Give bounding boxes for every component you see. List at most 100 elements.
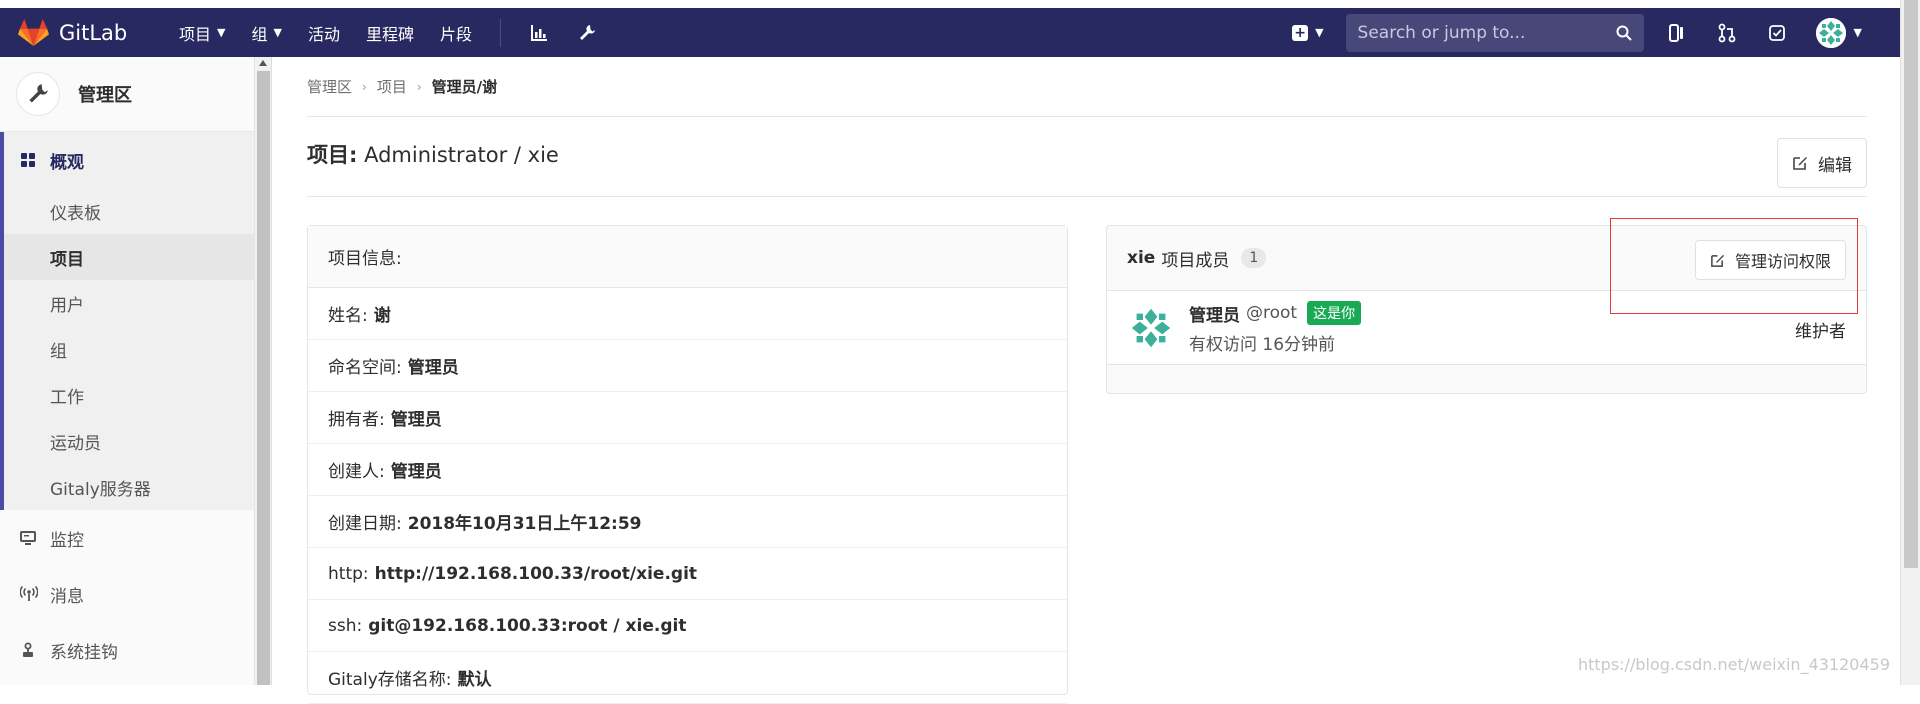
nav-activity[interactable]: 活动 [308,21,340,45]
sidebar-overview-group: 概观 仪表板 项目 用户 组 工作 运动员 Gitaly服务器 [0,132,254,510]
nav-milestones[interactable]: 里程碑 [366,21,414,45]
member-avatar[interactable] [1127,303,1175,352]
page-scrollbar[interactable] [1900,0,1920,685]
monitor-icon [20,530,38,546]
page-scrollbar-thumb[interactable] [1904,0,1918,568]
sidebar-sub-gitaly-servers[interactable]: Gitaly服务器 [4,464,254,510]
info-label: 创建人: [328,462,385,482]
info-label: 创建日期: [328,514,402,534]
todo-icon[interactable] [1766,22,1788,44]
search-icon [1616,25,1632,41]
admin-sidebar: 管理区 概观 仪表板 项目 用户 组 工作 运动员 Gitaly服务器 监控 消… [0,57,255,685]
issues-icon[interactable] [1666,22,1688,44]
sidebar-sub-label: 运动员 [50,433,101,454]
info-row-name: 姓名: 谢 [308,288,1067,340]
sidebar-item-overview[interactable]: 概观 [4,132,254,188]
sidebar-scrollbar[interactable] [255,57,272,685]
plus-icon: + [1292,24,1309,41]
sidebar-sub-projects[interactable]: 项目 [4,234,254,280]
sidebar-sub-runners[interactable]: 运动员 [4,418,254,464]
info-label: Gitaly存储名称: [328,670,452,690]
manage-access-button[interactable]: 管理访问权限 [1694,240,1846,280]
wrench-icon[interactable] [577,23,597,43]
breadcrumb: 管理区 › 项目 › 管理员/谢 [307,57,1867,117]
breadcrumb-current[interactable]: 管理员/谢 [432,76,497,97]
info-value: 谢 [373,306,391,326]
scroll-up-arrow-icon[interactable] [259,60,267,66]
info-row-gitaly-storage: Gitaly存储名称: 默认 [308,652,1067,704]
project-members-card: xie 项目成员 1 管理访问权限 管理员 @root 这是你 有权访问 16分… [1106,225,1867,394]
sidebar-sub-groups[interactable]: 组 [4,326,254,372]
sidebar-sub-label: 组 [50,341,67,362]
sidebar-sub-label: 用户 [50,295,84,316]
info-value: http://192.168.100.33/root/xie.git [374,563,698,584]
member-name[interactable]: 管理员 [1189,301,1240,326]
sidebar-sub-dashboard[interactable]: 仪表板 [4,188,254,234]
its-you-badge: 这是你 [1307,301,1362,325]
sidebar-item-label: 系统挂钩 [50,642,118,663]
chevron-down-icon[interactable]: ▼ [1854,26,1862,39]
edit-icon [1711,254,1725,267]
chevron-right-icon: › [362,79,367,94]
user-avatar[interactable] [1815,17,1846,48]
nav-groups-label: 组 [251,24,268,44]
project-info-card: 项目信息: 姓名: 谢 命名空间: 管理员 拥有者: 管理员 创建人: 管理员 创建日期… [307,225,1068,704]
edit-icon [1793,157,1807,170]
gitlab-brand[interactable]: GitLab [18,18,143,47]
sidebar-header[interactable]: 管理区 [0,57,254,132]
info-label: 命名空间: [328,358,402,378]
chart-icon[interactable] [529,23,549,43]
info-value[interactable]: 管理员 [408,353,459,378]
edit-button-label: 编辑 [1818,155,1852,176]
identicon-icon [1127,303,1175,352]
nav-projects[interactable]: 项目 ▼ [179,21,225,45]
member-role: 维护者 [1795,322,1846,342]
nav-projects-label: 项目 [179,24,212,44]
manage-access-label: 管理访问权限 [1734,252,1831,271]
sidebar-item-label: 监控 [50,530,84,551]
member-name-line: 管理员 @root 这是你 [1189,301,1362,326]
info-value[interactable]: 管理员 [391,457,442,482]
sidebar-item-system-hooks[interactable]: 系统挂钩 [0,622,254,678]
search-input[interactable] [1357,22,1598,43]
nav-snippets[interactable]: 片段 [440,21,472,45]
broadcast-icon [20,586,38,602]
new-dropdown-button[interactable]: + ▼ [1292,24,1324,41]
search-box[interactable] [1345,13,1644,52]
info-row-owner: 拥有者: 管理员 [308,392,1067,444]
info-row-created-date: 创建日期: 2018年10月31日上午12:59 [308,496,1067,548]
info-value: git@192.168.100.33:root / xie.git [368,615,687,636]
info-label: ssh: [328,615,363,636]
member-access-time: 有权访问 16分钟前 [1189,334,1336,355]
grid-icon [20,152,38,168]
hook-icon [20,642,38,658]
sidebar-item-monitoring[interactable]: 监控 [0,510,254,566]
wrench-icon [29,84,48,103]
info-label: 拥有者: [328,410,385,430]
chevron-down-icon: ▼ [273,26,282,39]
members-heading: xie 项目成员 1 管理访问权限 [1107,226,1866,290]
member-info: 管理员 @root 这是你 有权访问 16分钟前 [1189,301,1362,355]
nav-groups[interactable]: 组 ▼ [251,21,281,45]
sidebar-item-messages[interactable]: 消息 [0,566,254,622]
info-value: 默认 [457,670,492,690]
info-row-namespace: 命名空间: 管理员 [308,340,1067,392]
page-title: 项目: Administrator / xie [307,139,559,169]
member-row: 管理员 @root 这是你 有权访问 16分钟前 维护者 [1107,290,1866,365]
edit-button[interactable]: 编辑 [1777,138,1867,188]
nav-snippets-label: 片段 [440,24,473,44]
info-value[interactable]: 管理员 [391,405,442,430]
main-content: 管理区 › 项目 › 管理员/谢 项目: Administrator / xie… [307,57,1867,704]
identicon-icon [1815,17,1846,48]
breadcrumb-admin[interactable]: 管理区 [307,76,352,97]
nav-divider [500,18,502,47]
sidebar-scrollbar-thumb[interactable] [257,71,270,685]
page-title-text: Administrator / xie [364,143,559,167]
merge-request-icon[interactable] [1716,22,1738,44]
member-handle: @root [1246,303,1298,323]
sidebar-sub-users[interactable]: 用户 [4,280,254,326]
watermark: https://blog.csdn.net/weixin_43120459 [1577,655,1890,674]
members-heading-text: 项目成员 [1161,250,1230,271]
sidebar-sub-jobs[interactable]: 工作 [4,372,254,418]
breadcrumb-projects[interactable]: 项目 [377,76,407,97]
